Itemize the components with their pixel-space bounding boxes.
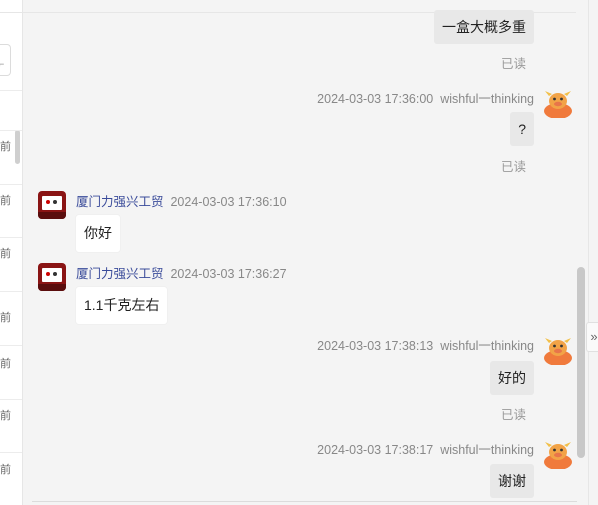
cartoon-bull-avatar[interactable] bbox=[543, 439, 573, 469]
message-bubble[interactable]: 好的 bbox=[490, 361, 534, 395]
divider bbox=[0, 345, 22, 346]
message-sender: wishful一thinking bbox=[440, 92, 534, 106]
list-item-time: 前 bbox=[0, 141, 11, 153]
divider bbox=[0, 291, 22, 292]
conversation-list-pane: ⌐ 前 前 前 前 前 前 前 bbox=[0, 0, 23, 505]
list-item-time: 前 bbox=[0, 464, 11, 476]
message-sender: wishful一thinking bbox=[440, 443, 534, 457]
divider bbox=[0, 399, 22, 400]
divider bbox=[0, 130, 22, 131]
message-bubble[interactable]: 你好 bbox=[76, 215, 120, 252]
divider bbox=[0, 12, 22, 13]
message-meta: 厦门力强兴工贸 2024-03-03 17:36:10 bbox=[76, 191, 287, 210]
message-meta: 2024-03-03 17:38:17 wishful一thinking bbox=[317, 439, 534, 458]
chevron-icon: ⌐ bbox=[0, 59, 5, 69]
list-item-time: 前 bbox=[0, 410, 11, 422]
cartoon-bull-avatar[interactable] bbox=[543, 88, 573, 118]
message-sender: wishful一thinking bbox=[440, 339, 534, 353]
message-bubble[interactable]: ? bbox=[510, 112, 534, 146]
message-meta: 2024-03-03 17:36:00 wishful一thinking bbox=[317, 88, 534, 107]
cartoon-bull-avatar[interactable] bbox=[543, 335, 573, 365]
message-timestamp: 2024-03-03 17:36:00 bbox=[317, 92, 434, 106]
message-timestamp: 2024-03-03 17:36:10 bbox=[170, 195, 287, 209]
divider bbox=[0, 90, 22, 91]
divider bbox=[0, 184, 22, 185]
divider bbox=[32, 501, 577, 502]
divider bbox=[0, 452, 22, 453]
search-input[interactable]: ⌐ bbox=[0, 44, 11, 76]
message-bubble[interactable]: 一盒大概多重 bbox=[434, 10, 534, 44]
list-item-time: 前 bbox=[0, 248, 11, 260]
message-sender[interactable]: 厦门力强兴工贸 bbox=[76, 267, 164, 281]
chat-scrollbar[interactable] bbox=[577, 267, 585, 458]
message-timestamp: 2024-03-03 17:38:17 bbox=[317, 443, 434, 457]
double-chevron-right-icon: » bbox=[590, 329, 598, 344]
message-meta: 2024-03-03 17:38:13 wishful一thinking bbox=[317, 335, 534, 354]
message-bubble[interactable]: 谢谢 bbox=[490, 464, 534, 498]
shop-logo-avatar[interactable] bbox=[38, 263, 66, 291]
list-scrollbar[interactable] bbox=[15, 130, 20, 164]
list-item-time: 前 bbox=[0, 195, 11, 207]
message-meta: 厦门力强兴工贸 2024-03-03 17:36:27 bbox=[76, 263, 287, 282]
read-status: 已读 bbox=[500, 57, 526, 71]
message-bubble[interactable]: 1.1千克左右 bbox=[76, 287, 168, 324]
chat-message-area: 一盒大概多重 已读 2024-03-03 17:36:00 wishful一th… bbox=[23, 0, 576, 505]
message-timestamp: 2024-03-03 17:36:27 bbox=[170, 267, 287, 281]
divider bbox=[0, 237, 22, 238]
right-edge-pane bbox=[588, 0, 598, 505]
read-status: 已读 bbox=[500, 160, 526, 174]
read-status: 已读 bbox=[500, 408, 526, 422]
list-item-time: 前 bbox=[0, 312, 11, 324]
expand-panel-button[interactable]: » bbox=[586, 322, 598, 352]
message-sender[interactable]: 厦门力强兴工贸 bbox=[76, 195, 164, 209]
shop-logo-avatar[interactable] bbox=[38, 191, 66, 219]
list-item-time: 前 bbox=[0, 358, 11, 370]
message-timestamp: 2024-03-03 17:38:13 bbox=[317, 339, 434, 353]
